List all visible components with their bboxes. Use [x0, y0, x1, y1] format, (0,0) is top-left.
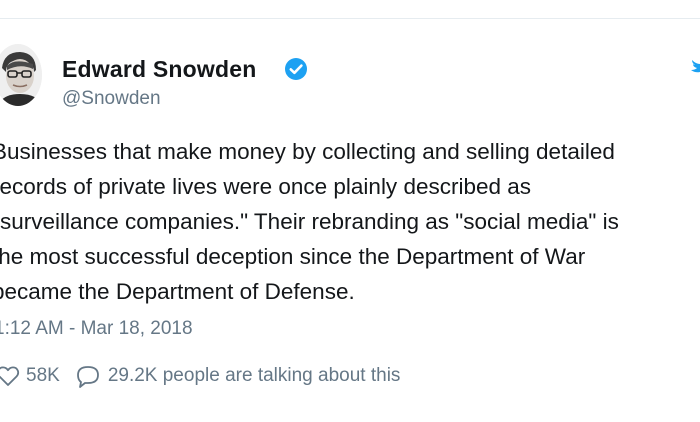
- tweet-timestamp[interactable]: 1:12 AM - Mar 18, 2018: [0, 318, 193, 340]
- conversation-text: 29.2K people are talking about this: [107, 365, 401, 386]
- tweet-text: Businesses that make money by collecting…: [0, 134, 700, 309]
- verified-badge-icon: [285, 58, 307, 80]
- author-handle[interactable]: @Snowden: [62, 88, 161, 110]
- tweet-embed: Edward Snowden @Snowden Businesses that …: [0, 0, 700, 422]
- like-count: 58K: [26, 365, 60, 386]
- speech-bubble-icon: [76, 366, 99, 388]
- tweet-actions: 58K 29.2K people are talking about this: [0, 362, 400, 390]
- tweet-text-line: became the Department of Defense.: [0, 279, 355, 304]
- heart-icon: [0, 366, 20, 386]
- avatar-portrait-icon: [0, 44, 42, 106]
- twitter-bird-icon[interactable]: [690, 56, 700, 74]
- top-divider: [0, 18, 700, 19]
- avatar[interactable]: [0, 44, 42, 106]
- like-button[interactable]: 58K: [0, 365, 60, 387]
- tweet-text-line: Businesses that make money by collecting…: [0, 139, 615, 164]
- tweet-text-line: records of private lives were once plain…: [0, 174, 532, 199]
- tweet-text-line: the most successful deception since the …: [0, 244, 586, 269]
- author-name[interactable]: Edward Snowden: [62, 56, 256, 83]
- tweet-text-line: "surveillance companies." Their rebrandi…: [0, 209, 619, 234]
- conversation-button[interactable]: 29.2K people are talking about this: [74, 364, 401, 388]
